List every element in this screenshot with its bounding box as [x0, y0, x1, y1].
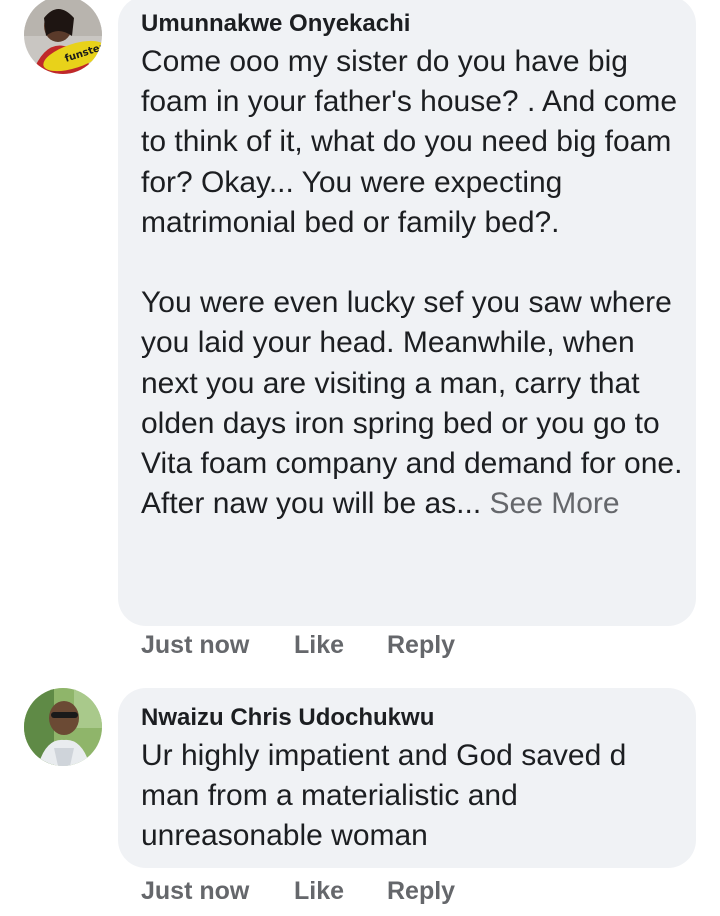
- timestamp: Just now: [141, 631, 250, 659]
- like-button[interactable]: Like: [294, 877, 344, 906]
- comment-text: Come ooo my sister do you have big foam …: [141, 42, 686, 524]
- comment-text: Ur highly impatient and God saved d man …: [141, 739, 627, 853]
- comment-actions: Just now Like Reply: [141, 631, 541, 661]
- comment-actions: Just now Like Reply: [141, 877, 541, 907]
- comment-bubble: Umunnakwe Onyekachi Come ooo my sister d…: [118, 0, 696, 626]
- comment-author[interactable]: Umunnakwe Onyekachi: [141, 10, 410, 38]
- profile-photo: funster: [24, 0, 102, 74]
- comment-body: Come ooo my sister do you have big foam …: [141, 45, 683, 521]
- see-more-link[interactable]: See More: [490, 487, 620, 520]
- avatar[interactable]: funster: [24, 0, 102, 74]
- reply-button[interactable]: Reply: [387, 877, 455, 906]
- reply-button[interactable]: Reply: [387, 631, 455, 660]
- like-button[interactable]: Like: [294, 631, 344, 660]
- avatar[interactable]: [24, 688, 102, 766]
- timestamp: Just now: [141, 877, 250, 905]
- comment-author[interactable]: Nwaizu Chris Udochukwu: [141, 704, 434, 732]
- comment-bubble: Nwaizu Chris Udochukwu Ur highly impatie…: [118, 688, 696, 868]
- profile-photo: [24, 688, 102, 766]
